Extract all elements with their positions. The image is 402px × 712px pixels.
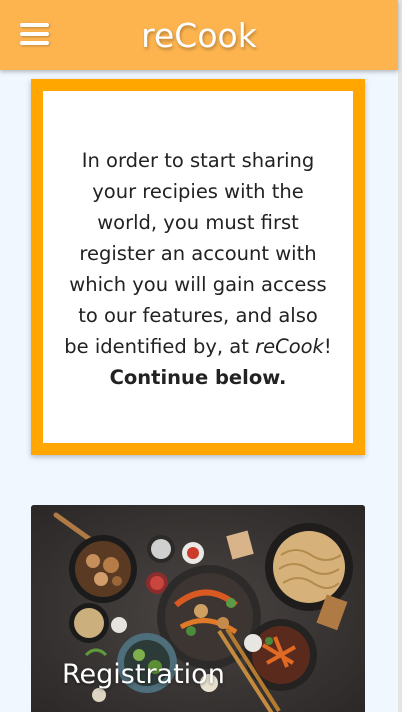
brand-name: reCook xyxy=(255,335,324,358)
exclaim-mark: ! xyxy=(323,335,332,358)
registration-info-card: In order to start sharing your recipies … xyxy=(31,79,365,455)
scrollbar[interactable] xyxy=(398,0,402,712)
info-card-inner: In order to start sharing your recipies … xyxy=(43,91,353,443)
info-text: In order to start sharing your recipies … xyxy=(63,145,333,393)
registration-label: Registration xyxy=(62,659,225,690)
continue-prompt: Continue below. xyxy=(109,366,287,389)
registration-card[interactable]: Registration xyxy=(31,505,365,712)
app-header: reCook xyxy=(0,0,398,70)
app-title[interactable]: reCook xyxy=(0,16,398,56)
info-main-text: In order to start sharing your recipies … xyxy=(64,149,327,358)
